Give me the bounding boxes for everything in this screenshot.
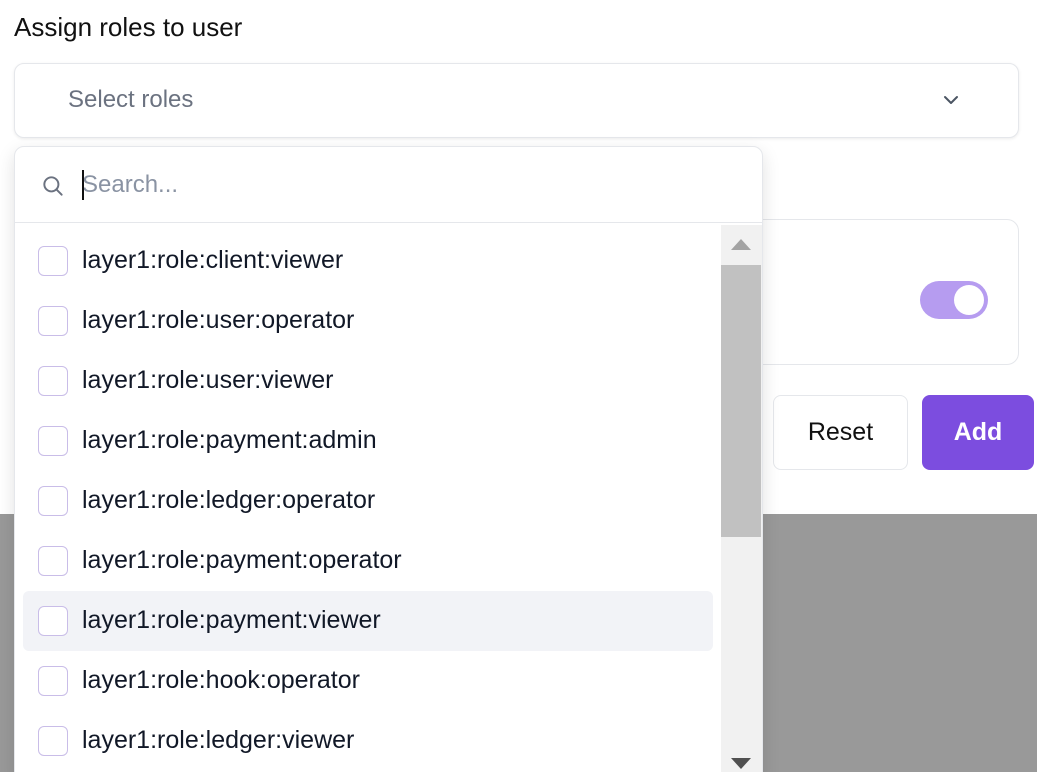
text-caret — [82, 170, 84, 200]
scrollbar-thumb[interactable] — [721, 265, 761, 537]
search-icon — [43, 176, 63, 196]
select-placeholder: Select roles — [68, 86, 194, 113]
list-item[interactable]: layer1:role:client:viewer — [23, 231, 713, 291]
checkbox[interactable] — [38, 666, 68, 696]
list-item-label: layer1:role:payment:admin — [82, 426, 377, 454]
toggle-knob — [954, 285, 984, 315]
checkbox[interactable] — [38, 246, 68, 276]
add-button[interactable]: Add — [922, 395, 1034, 470]
list-item[interactable]: layer1:role:payment:operator — [23, 531, 713, 591]
list-item[interactable]: layer1:role:ledger:viewer — [23, 711, 713, 771]
scroll-up-arrow-icon[interactable] — [731, 239, 751, 250]
roles-list: layer1:role:client:viewer layer1:role:us… — [15, 231, 721, 771]
checkbox[interactable] — [38, 486, 68, 516]
checkbox[interactable] — [38, 426, 68, 456]
list-item[interactable]: layer1:role:ledger:operator — [23, 471, 713, 531]
toggle-switch[interactable] — [920, 281, 988, 319]
list-item[interactable]: layer1:role:payment:admin — [23, 411, 713, 471]
settings-card — [740, 219, 1019, 365]
list-item-label: layer1:role:ledger:viewer — [82, 726, 355, 754]
list-item-label: layer1:role:user:operator — [82, 306, 355, 334]
list-item[interactable]: layer1:role:user:viewer — [23, 351, 713, 411]
reset-button[interactable]: Reset — [773, 395, 908, 470]
scrollbar[interactable] — [721, 225, 762, 772]
checkbox[interactable] — [38, 366, 68, 396]
list-item-label: layer1:role:payment:viewer — [82, 606, 381, 634]
list-item-label: layer1:role:payment:operator — [82, 546, 402, 574]
list-item-label: layer1:role:hook:operator — [82, 666, 360, 694]
scroll-down-arrow-icon[interactable] — [731, 758, 751, 769]
search-row — [15, 147, 762, 223]
checkbox[interactable] — [38, 546, 68, 576]
checkbox[interactable] — [38, 726, 68, 756]
list-item-label: layer1:role:client:viewer — [82, 246, 344, 274]
chevron-down-icon — [944, 96, 958, 104]
search-input[interactable] — [82, 165, 702, 205]
roles-select[interactable]: Select roles — [14, 63, 1019, 138]
list-item-hovered[interactable]: layer1:role:payment:viewer — [23, 591, 713, 651]
list-item-label: layer1:role:user:viewer — [82, 366, 334, 394]
list-item[interactable]: layer1:role:hook:operator — [23, 651, 713, 711]
page-title: Assign roles to user — [14, 12, 243, 42]
list-item[interactable]: layer1:role:user:operator — [23, 291, 713, 351]
checkbox[interactable] — [38, 606, 68, 636]
checkbox[interactable] — [38, 306, 68, 336]
roles-dropdown: layer1:role:client:viewer layer1:role:us… — [14, 146, 763, 772]
list-item-label: layer1:role:ledger:operator — [82, 486, 376, 514]
